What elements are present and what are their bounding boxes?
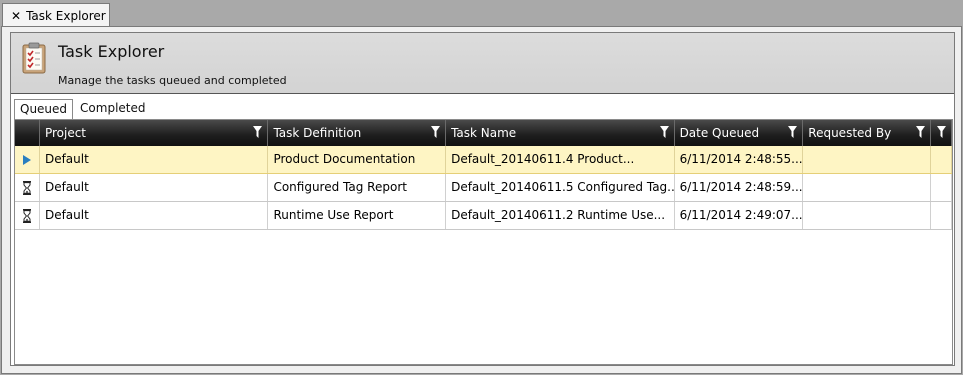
cell-task-definition: Product Documentation (268, 146, 447, 173)
column-header-label: Task Name (451, 126, 517, 140)
cell-task-name: Default_20140611.5 Configured Tag... (446, 174, 675, 201)
tab-completed[interactable]: Completed (75, 99, 150, 119)
filter-icon[interactable] (253, 126, 263, 138)
cell-extra (931, 202, 952, 229)
task-explorer-content: Task Explorer Manage the tasks queued an… (10, 32, 955, 366)
close-icon[interactable]: ✕ (11, 10, 21, 22)
column-header-project[interactable]: Project (40, 120, 269, 146)
cell-extra (931, 174, 952, 201)
column-header-extra[interactable] (931, 120, 952, 146)
row-indicator (15, 202, 40, 229)
row-indicator-header (15, 120, 40, 146)
cell-requested-by (803, 174, 932, 201)
tab-queued[interactable]: Queued (14, 99, 74, 119)
filter-icon[interactable] (916, 126, 926, 138)
column-header-label: Date Queued (679, 126, 760, 140)
hourglass-icon (22, 180, 31, 195)
table-row[interactable]: Default Configured Tag Report Default_20… (15, 174, 952, 202)
cell-requested-by (803, 146, 932, 173)
cell-project: Default (40, 202, 269, 229)
column-header-label: Requested By (808, 126, 892, 140)
document-tab-task-explorer[interactable]: ✕ Task Explorer (2, 3, 110, 27)
column-header-date-queued[interactable]: Date Queued (675, 120, 804, 146)
column-header-label: Task Definition (273, 126, 362, 140)
cell-extra (931, 146, 952, 173)
task-explorer-pane: Task Explorer Manage the tasks queued an… (1, 26, 962, 374)
cell-requested-by (803, 202, 932, 229)
cell-date-queued: 6/11/2014 2:48:59... (675, 174, 804, 201)
cell-date-queued: 6/11/2014 2:49:07... (675, 202, 804, 229)
table-row[interactable]: Default Product Documentation Default_20… (15, 146, 952, 174)
row-indicator (15, 146, 40, 173)
current-row-arrow-icon (22, 154, 31, 165)
column-header-label: Project (44, 126, 87, 140)
cell-task-name: Default_20140611.2 Runtime Use... (446, 202, 675, 229)
hourglass-icon (22, 208, 31, 223)
column-header-task-definition[interactable]: Task Definition (268, 120, 447, 146)
cell-project: Default (40, 146, 269, 173)
cell-task-definition: Configured Tag Report (268, 174, 447, 201)
page-title: Task Explorer (58, 42, 165, 61)
filter-icon[interactable] (431, 126, 441, 138)
cell-task-name: Default_20140611.4 Product... (446, 146, 675, 173)
column-header-requested-by[interactable]: Requested By (803, 120, 932, 146)
clipboard-checklist-icon (22, 42, 46, 74)
row-indicator (15, 174, 40, 201)
column-header-task-name[interactable]: Task Name (446, 120, 675, 146)
table-row[interactable]: Default Runtime Use Report Default_20140… (15, 202, 952, 230)
filter-icon[interactable] (788, 126, 798, 138)
cell-project: Default (40, 174, 269, 201)
page-subtitle: Manage the tasks queued and completed (58, 74, 287, 87)
filter-icon[interactable] (936, 126, 946, 138)
task-grid: Project Task Definition Task Name Date Q… (14, 119, 953, 365)
view-tabs: Queued Completed (11, 99, 151, 119)
filter-icon[interactable] (659, 126, 669, 138)
cell-date-queued: 6/11/2014 2:48:55... (675, 146, 804, 173)
page-header: Task Explorer Manage the tasks queued an… (11, 33, 954, 94)
document-tab-label: Task Explorer (26, 8, 106, 23)
cell-task-definition: Runtime Use Report (268, 202, 447, 229)
grid-header: Project Task Definition Task Name Date Q… (15, 120, 952, 146)
